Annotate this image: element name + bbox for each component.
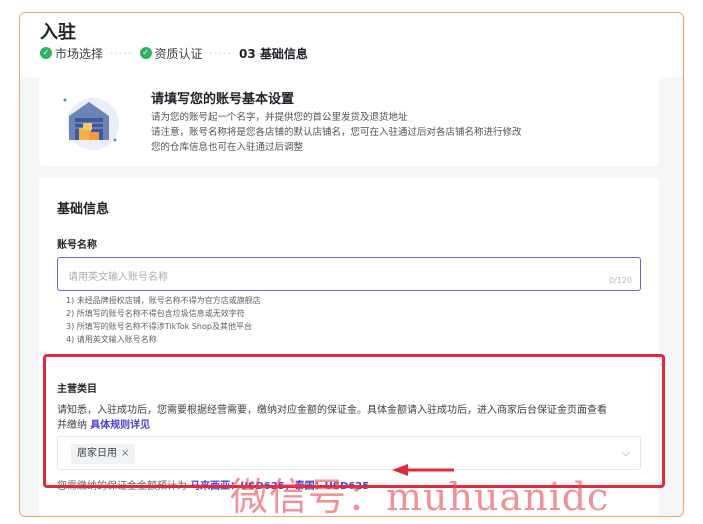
category-desc: 请知悉，入驻成功后，您需要根据经营需要，缴纳对应金额的保证金。具体金额请入驻成功… (57, 405, 607, 416)
category-desc-text: 并缴纳 (57, 420, 87, 431)
category-tag: 居家日用 × (71, 444, 136, 464)
deposit-values: 马来西亚：USD625，泰国：USD625 (190, 481, 370, 492)
intro-title: 请填写您的账号基本设置 (151, 92, 295, 107)
account-tip: 4) 请用英文输入账号名称 (66, 335, 157, 344)
check-icon: ✓ (40, 47, 52, 59)
warehouse-illustration (63, 98, 119, 150)
step-market[interactable]: 市场选择 (55, 45, 103, 62)
intro-card: 请填写您的账号基本设置 请为您的账号起一个名字，并提供您的首公里发货及退货地址 … (39, 75, 659, 166)
account-name-placeholder: 请用英文输入账号名称 (68, 272, 168, 283)
step-indicator: ✓ 市场选择 ····· ✓ 资质认证 ····· 03 基础信息 (40, 45, 308, 61)
section-title: 基础信息 (57, 202, 110, 217)
rules-link[interactable]: 具体规则详见 (90, 420, 150, 431)
account-name-label: 账号名称 (57, 240, 97, 251)
arrow-icon (392, 464, 454, 476)
deposit-estimate: 您需缴纳的保证金金额预计为 马来西亚：USD625，泰国：USD625 (57, 477, 369, 492)
close-icon[interactable]: × (121, 448, 129, 459)
category-tag-label: 居家日用 (77, 448, 117, 459)
basic-info-card: 基础信息 账号名称 请用英文输入账号名称 0/120 1) 未经品牌授权店铺，账… (39, 177, 659, 516)
step-qualification[interactable]: 资质认证 (155, 45, 203, 62)
intro-line: 请注意，账号名称将是您各店铺的默认店铺名，您可在入驻通过后对各店铺名称进行修改 (151, 127, 522, 138)
step-separator: ····· (110, 46, 133, 60)
page-title: 入驻 (40, 22, 76, 43)
category-select[interactable]: 居家日用 × ⌵ (57, 436, 641, 470)
intro-line: 您的仓库信息也可在入驻通过后调整 (151, 142, 304, 153)
page-header: 入驻 ✓ 市场选择 ····· ✓ 资质认证 ····· 03 基础信息 (20, 13, 683, 77)
account-tip: 3) 所填写的账号名称不得涉TikTok Shop及其他平台 (66, 322, 252, 331)
account-name-input[interactable]: 请用英文输入账号名称 0/120 (57, 257, 641, 291)
deposit-prefix: 您需缴纳的保证金金额预计为 (57, 481, 187, 492)
account-tip: 2) 所填写的账号名称不得包含垃圾信息或无效字符 (66, 309, 245, 318)
step-separator: ····· (209, 46, 232, 60)
step-basic-info: 03 基础信息 (239, 46, 308, 61)
char-counter: 0/120 (608, 276, 632, 285)
category-label: 主营类目 (57, 384, 97, 395)
category-desc-line2: 并缴纳 具体规则详见 (57, 416, 150, 431)
chevron-down-icon[interactable]: ⌵ (622, 446, 630, 460)
check-icon: ✓ (139, 47, 152, 59)
account-tip: 1) 未经品牌授权店铺，账号名称不得为官方店或旗舰店 (66, 296, 261, 305)
onboarding-frame: 入驻 ✓ 市场选择 ····· ✓ 资质认证 ····· 03 基础信息 请填写… (19, 12, 684, 517)
intro-line: 请为您的账号起一个名字，并提供您的首公里发货及退货地址 (151, 112, 408, 123)
